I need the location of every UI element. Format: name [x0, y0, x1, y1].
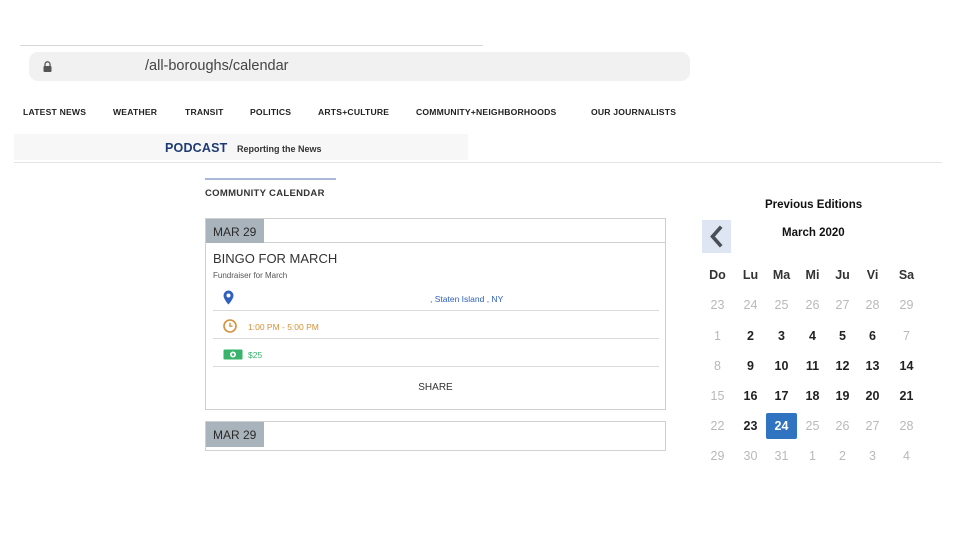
nav-transit[interactable]: TRANSIT	[185, 107, 224, 117]
calendar-day: 25	[774, 298, 789, 312]
calendar-day[interactable]: 23	[735, 413, 766, 439]
section-title: COMMUNITY CALENDAR	[205, 188, 325, 199]
calendar-day[interactable]: 5	[827, 323, 858, 349]
calendar-day[interactable]: 14	[891, 353, 922, 379]
calendar-day: 26	[835, 419, 850, 433]
calendar-day: 15	[710, 389, 725, 403]
calendar-day: 1	[809, 449, 816, 463]
calendar-day: 29	[899, 298, 914, 312]
calendar-day: 27	[835, 298, 850, 312]
calendar-day: 25	[805, 419, 820, 433]
event-time: 1:00 PM - 5:00 PM	[248, 322, 319, 332]
weekday-header: Sa	[898, 268, 915, 282]
calendar-day[interactable]: 21	[891, 383, 922, 409]
calendar-day: 28	[865, 298, 880, 312]
calendar-month-title: March 2020	[782, 227, 845, 239]
weekday-header: Do	[709, 268, 726, 282]
calendar-day[interactable]: 19	[827, 383, 858, 409]
calendar-day: 27	[865, 419, 880, 433]
clock-icon	[223, 319, 237, 333]
calendar-day: 3	[869, 449, 876, 463]
calendar-day: 2	[839, 449, 846, 463]
podcast-banner[interactable]: PODCAST Reporting the News	[14, 132, 942, 163]
nav-latest-news[interactable]: LATEST NEWS	[23, 107, 86, 117]
calendar-day[interactable]: 9	[735, 353, 766, 379]
calendar-day: 30	[743, 449, 758, 463]
event-card: MAR 29 BINGO FOR MARCH Fundraiser for Ma…	[205, 218, 666, 410]
previous-month-button[interactable]	[702, 220, 731, 253]
podcast-tagline: Reporting the News	[237, 144, 322, 154]
calendar-day[interactable]: 20	[857, 383, 888, 409]
nav-politics[interactable]: POLITICS	[250, 107, 291, 117]
weekday-header: Ju	[835, 268, 850, 282]
event-title[interactable]: BINGO FOR MARCH	[213, 251, 337, 266]
weekday-header: Vi	[866, 268, 879, 282]
calendar-day[interactable]: 10	[766, 353, 797, 379]
calendar-day: 24	[743, 298, 758, 312]
event-price-row: $25	[213, 339, 659, 367]
share-button[interactable]: SHARE	[206, 382, 665, 393]
calendar-day[interactable]: 13	[857, 353, 888, 379]
weekday-header: Mi	[805, 268, 820, 282]
card-header-divider	[206, 450, 665, 451]
event-location-row: , Staten Island , NY	[213, 283, 659, 311]
previous-editions-heading: Previous Editions	[765, 199, 863, 211]
card-header-divider	[264, 242, 666, 243]
calendar-day[interactable]: 11	[797, 353, 828, 379]
chevron-left-icon	[710, 225, 723, 248]
calendar-day: 8	[714, 359, 721, 373]
event-price: $25	[248, 350, 263, 360]
weekday-header: Ma	[772, 268, 791, 282]
address-bar[interactable]: /all-boroughs/calendar	[29, 52, 690, 81]
calendar-day: 7	[903, 329, 910, 343]
calendar-day[interactable]: 3	[766, 323, 797, 349]
nav-community-neighborhoods[interactable]: COMMUNITY+NEIGHBORHOODS	[416, 107, 556, 117]
calendar-day: 29	[710, 449, 725, 463]
calendar-day: 28	[899, 419, 914, 433]
money-icon	[223, 349, 243, 360]
weekday-header: Lu	[742, 268, 759, 282]
calendar-day: 1	[714, 329, 721, 343]
event-location[interactable]: , Staten Island , NY	[430, 294, 503, 304]
event-subtitle: Fundraiser for March	[213, 271, 288, 280]
nav-weather[interactable]: WEATHER	[113, 107, 157, 117]
calendar-day[interactable]: 12	[827, 353, 858, 379]
calendar-day: 23	[710, 298, 725, 312]
calendar-day: 4	[903, 449, 910, 463]
event-date-badge: MAR 29	[206, 422, 264, 447]
event-date-badge: MAR 29	[206, 219, 264, 243]
calendar-day: 26	[805, 298, 820, 312]
toolbar-divider	[20, 45, 483, 46]
calendar-day[interactable]: 16	[735, 383, 766, 409]
section-accent-line	[205, 178, 336, 180]
calendar-day[interactable]: 18	[797, 383, 828, 409]
calendar-day[interactable]: 17	[766, 383, 797, 409]
calendar-day[interactable]: 6	[857, 323, 888, 349]
event-time-row: 1:00 PM - 5:00 PM	[213, 311, 659, 339]
map-pin-icon	[223, 290, 234, 305]
calendar-day[interactable]: 4	[797, 323, 828, 349]
podcast-label[interactable]: PODCAST	[165, 141, 228, 155]
lock-icon	[43, 61, 52, 72]
nav-our-journalists[interactable]: OUR JOURNALISTS	[591, 107, 676, 117]
calendar-day: 22	[710, 419, 725, 433]
event-card: MAR 29	[205, 421, 666, 451]
calendar-day-selected[interactable]: 24	[766, 413, 797, 439]
url-text[interactable]: /all-boroughs/calendar	[145, 58, 288, 74]
calendar-day[interactable]: 2	[735, 323, 766, 349]
nav-arts-culture[interactable]: ARTS+CULTURE	[318, 107, 389, 117]
calendar-day: 31	[774, 449, 789, 463]
